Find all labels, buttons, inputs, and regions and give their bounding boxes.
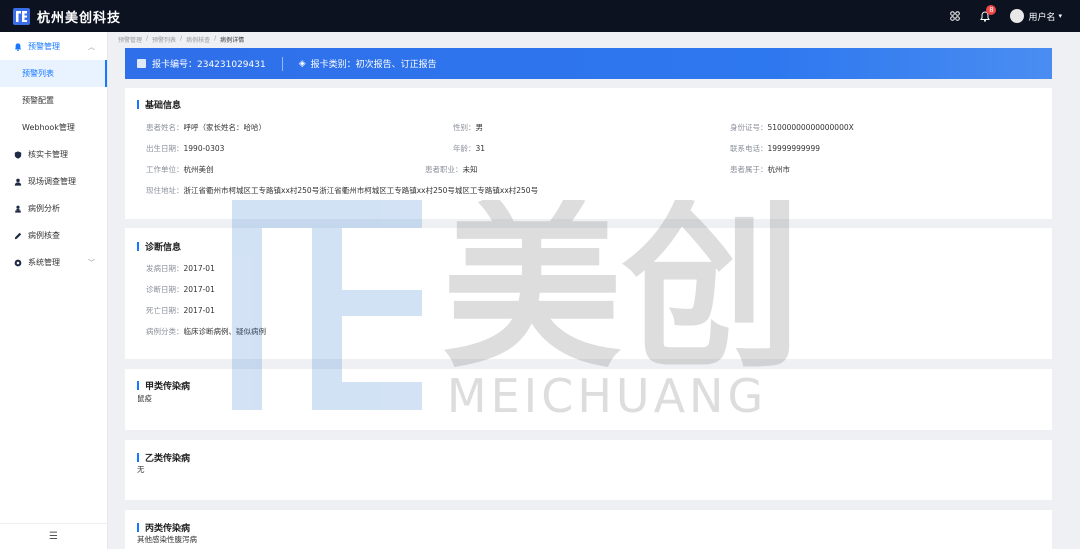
chevron-down-icon: ﹀ <box>88 258 95 267</box>
breadcrumb-item[interactable]: 预警管理 <box>118 35 142 44</box>
people-icon <box>14 205 22 213</box>
section-title: 乙类传染病 <box>137 451 190 464</box>
class-a-value: 鼠疫 <box>137 394 152 403</box>
breadcrumb-item[interactable]: 病例核查 <box>186 35 210 44</box>
breadcrumb: 预警管理 / 预警列表 / 病例核查 / 病例详情 <box>118 35 245 44</box>
sidebar-item-verify-card[interactable]: 核实卡管理 <box>0 141 107 168</box>
section-title: 诊断信息 <box>137 240 181 253</box>
death-date-field: 死亡日期：2017-01 <box>146 306 215 315</box>
class-c-disease-card: 丙类传染病 其他感染性腹泻病 <box>125 510 1052 549</box>
age-field: 年龄：31 <box>453 144 486 153</box>
top-bar: 杭州美创科技 8 用户名 ▾ <box>0 0 1080 32</box>
basic-info-card: 基础信息 患者姓名：呼呼（家长姓名：哈哈） 性别：男 身份证号：51000000… <box>125 88 1052 219</box>
sidebar-item-label: 现场调查管理 <box>28 177 76 186</box>
section-title: 丙类传染病 <box>137 521 190 534</box>
breadcrumb-item[interactable]: 预警列表 <box>152 35 176 44</box>
class-c-value: 其他感染性腹泻病 <box>137 535 197 544</box>
class-b-value: 无 <box>137 465 145 474</box>
section-title: 甲类传染病 <box>137 379 190 392</box>
sidebar-item-case-analysis[interactable]: 病例分析 <box>0 195 107 222</box>
address-field: 现住地址：浙江省衢州市柯城区工专路镇xx村250号浙江省衢州市柯城区工专路镇xx… <box>146 186 539 195</box>
section-title: 基础信息 <box>137 98 181 111</box>
report-card-banner: 报卡编号：234231029431 ◈ 报卡类别：初次报告、订正报告 <box>125 48 1052 79</box>
onset-date-field: 发病日期：2017-01 <box>146 264 215 273</box>
sidebar-group-system-management[interactable]: 系统管理 ﹀ <box>0 249 107 276</box>
sidebar-item-field-survey[interactable]: 现场调查管理 <box>0 168 107 195</box>
sidebar-group-label: 系统管理 <box>28 258 60 267</box>
chevron-up-icon: ︿ <box>88 42 95 51</box>
diagnosis-date-field: 诊断日期：2017-01 <box>146 285 215 294</box>
sidebar-item-alert-config[interactable]: 预警配置 <box>0 87 107 114</box>
class-a-disease-card: 甲类传染病 鼠疫 <box>125 369 1052 430</box>
diagnosis-card: 诊断信息 发病日期：2017-01 诊断日期：2017-01 死亡日期：2017… <box>125 228 1052 359</box>
job-field: 患者职业：未知 <box>425 165 478 174</box>
layers-icon: ◈ <box>298 58 306 69</box>
apps-icon[interactable] <box>950 11 961 21</box>
sidebar-item-label: 预警列表 <box>22 69 54 78</box>
main-content: 预警管理 / 预警列表 / 病例核查 / 病例详情 报卡编号：234231029431… <box>108 32 1080 549</box>
sidebar-item-label: 病例分析 <box>28 204 60 213</box>
logo-icon <box>13 7 30 25</box>
sidebar: 预警管理 ︿ 预警列表 预警配置 Webhook管理 核实卡管理 现场调查管理 … <box>0 32 108 549</box>
bell-icon <box>14 42 22 51</box>
username[interactable]: 用户名 <box>1028 10 1055 23</box>
card-type: 报卡类别：初次报告、订正报告 <box>310 60 437 70</box>
divider <box>281 56 283 71</box>
class-b-disease-card: 乙类传染病 无 <box>125 440 1052 500</box>
sidebar-item-webhook[interactable]: Webhook管理 <box>0 114 107 141</box>
sidebar-item-label: 病例核查 <box>28 231 60 240</box>
case-class-field: 病例分类：临床诊断病例、疑似病例 <box>146 327 266 336</box>
settings-icon <box>14 259 22 267</box>
sidebar-group-alert-management[interactable]: 预警管理 ︿ <box>0 33 107 60</box>
id-field: 身份证号：51000000000000000X <box>730 123 854 132</box>
phone-field: 联系电话：19999999999 <box>730 144 820 153</box>
shield-icon <box>14 150 22 159</box>
sidebar-item-label: Webhook管理 <box>22 123 75 132</box>
person-icon <box>14 178 22 186</box>
belong-field: 患者属于：杭州市 <box>730 165 790 174</box>
brand-name: 杭州美创科技 <box>37 10 122 26</box>
sidebar-group-label: 预警管理 <box>28 42 60 51</box>
sidebar-item-case-check[interactable]: 病例核查 <box>0 222 107 249</box>
gender-field: 性别：男 <box>453 123 483 132</box>
breadcrumb-current: 病例详情 <box>220 37 245 44</box>
notification-badge: 8 <box>986 4 997 15</box>
work-field: 工作单位：杭州美创 <box>146 165 214 174</box>
card-icon <box>137 59 146 68</box>
caret-down-icon[interactable]: ▾ <box>1058 12 1062 20</box>
birth-field: 出生日期：1990-0303 <box>146 144 225 153</box>
sidebar-item-label: 预警配置 <box>22 96 54 105</box>
bell-icon[interactable]: 8 <box>980 4 997 22</box>
sidebar-item-label: 核实卡管理 <box>28 150 68 159</box>
card-number: 报卡编号：234231029431 <box>152 60 266 70</box>
avatar[interactable] <box>1010 9 1025 23</box>
collapse-sidebar-icon[interactable]: ☰ <box>0 523 107 549</box>
sidebar-item-alert-list[interactable]: 预警列表 <box>0 60 107 87</box>
edit-icon <box>14 232 22 240</box>
patient-name-field: 患者姓名：呼呼（家长姓名：哈哈） <box>146 123 266 132</box>
